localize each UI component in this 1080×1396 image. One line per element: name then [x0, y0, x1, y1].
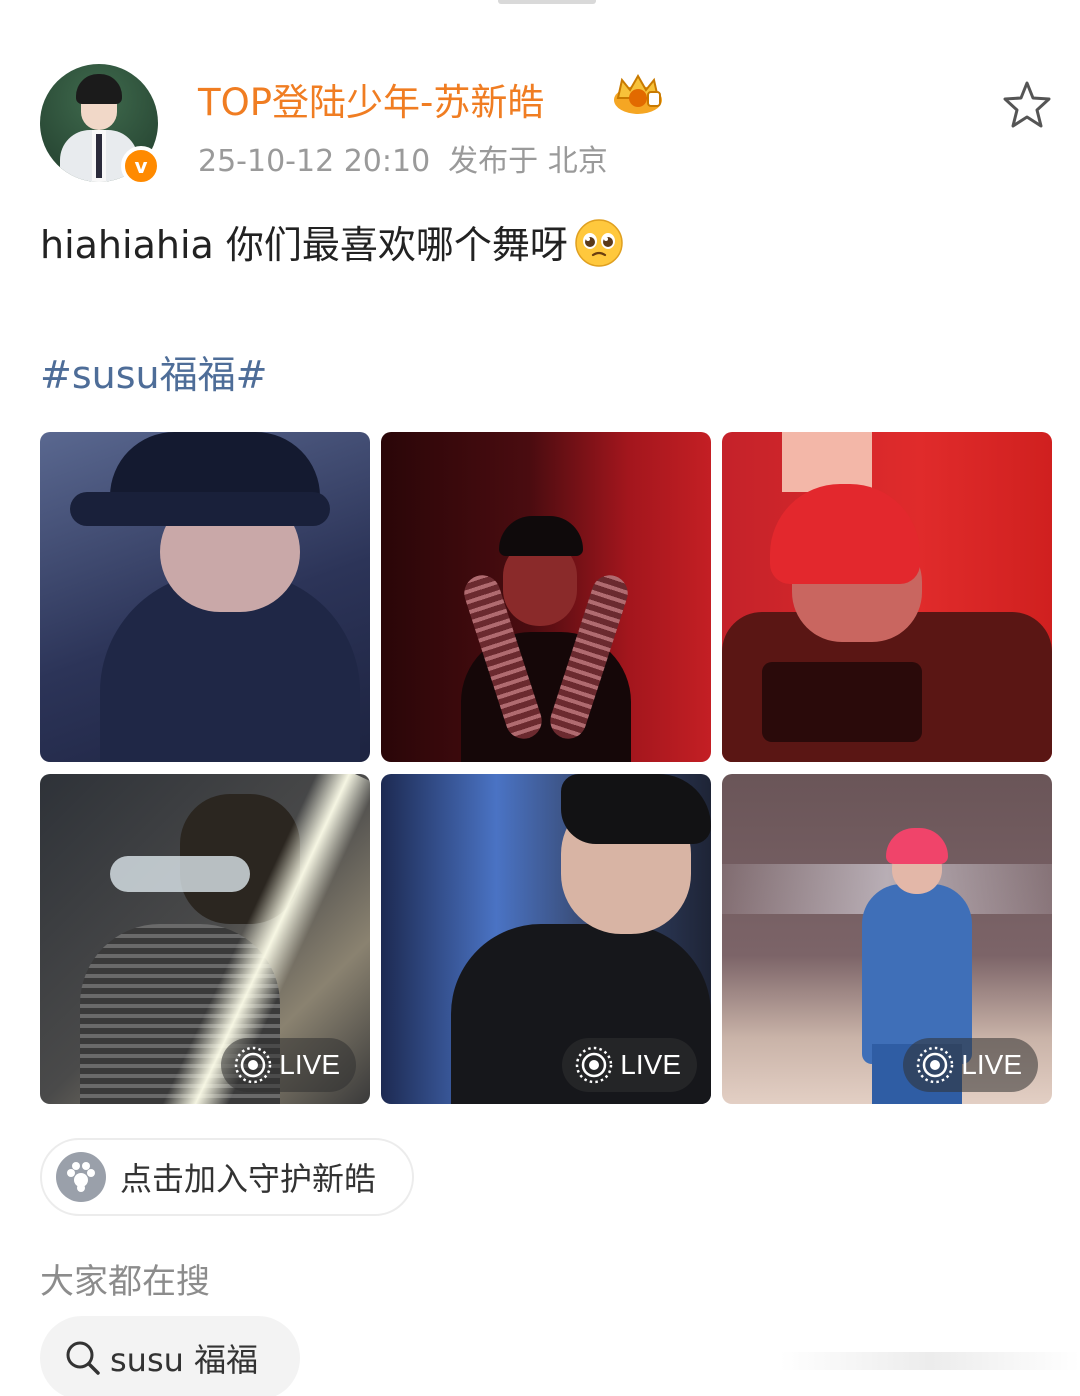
paw-icon: [56, 1152, 106, 1202]
search-suggestion-chip[interactable]: susu 福福: [40, 1316, 300, 1396]
search-icon: [66, 1341, 100, 1375]
photo-5[interactable]: LIVE: [381, 774, 711, 1104]
join-button-label: 点击加入守护新皓: [120, 1160, 377, 1198]
photo-1[interactable]: [40, 432, 370, 762]
live-photo-icon: [576, 1046, 613, 1084]
photo-6[interactable]: LIVE: [722, 774, 1052, 1104]
sheet-handle[interactable]: [498, 0, 596, 4]
username[interactable]: TOP登陆少年-苏新皓: [198, 72, 544, 126]
hashtag-link[interactable]: #susu福福#: [40, 344, 267, 399]
live-badge: LIVE: [221, 1038, 356, 1092]
join-fan-club-button[interactable]: 点击加入守护新皓: [40, 1138, 414, 1216]
live-badge: LIVE: [903, 1038, 1038, 1092]
post-text: hiahiahia 你们最喜欢哪个舞呀: [40, 214, 624, 269]
photo-grid: LIVE LIVE LIVE: [40, 432, 1053, 1104]
post-timestamp: 25-10-12 20:10: [198, 144, 431, 179]
photo-4[interactable]: LIVE: [40, 774, 370, 1104]
photo-3[interactable]: [722, 432, 1052, 762]
search-chip-label: susu 福福: [110, 1341, 259, 1379]
live-photo-icon: [235, 1046, 272, 1084]
pleading-face-icon: [575, 219, 623, 267]
bottom-divider: [780, 1352, 1080, 1370]
post-location: 发布于 北京: [448, 144, 608, 179]
photo-2[interactable]: [381, 432, 711, 762]
crown-badge-icon[interactable]: [612, 74, 664, 116]
live-photo-icon: [917, 1046, 954, 1084]
post-meta: 25-10-12 20:10 发布于 北京: [198, 136, 608, 180]
star-outline-icon[interactable]: [1000, 78, 1054, 132]
search-section-title: 大家都在搜: [40, 1262, 210, 1302]
live-badge: LIVE: [562, 1038, 697, 1092]
verified-badge: v: [121, 146, 161, 186]
